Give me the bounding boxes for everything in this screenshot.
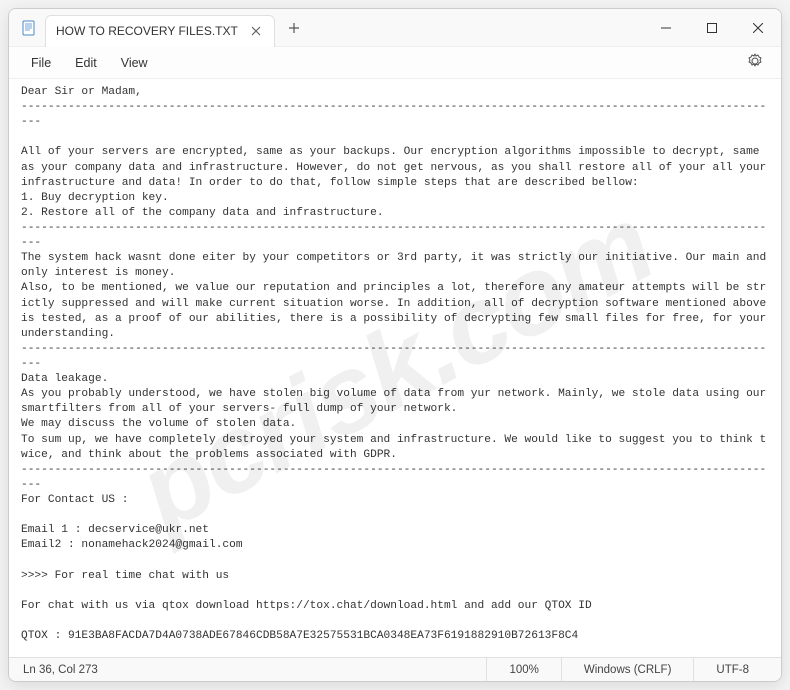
- maximize-button[interactable]: [689, 9, 735, 46]
- settings-button[interactable]: [739, 49, 771, 76]
- notepad-window: HOW TO RECOVERY FILES.TXT File Edit View: [8, 8, 782, 682]
- status-encoding[interactable]: UTF-8: [693, 658, 771, 681]
- status-zoom[interactable]: 100%: [486, 658, 560, 681]
- gear-icon: [747, 53, 763, 69]
- text-editor[interactable]: Dear Sir or Madam, ---------------------…: [9, 79, 781, 657]
- minimize-button[interactable]: [643, 9, 689, 46]
- notepad-app-icon: [21, 20, 37, 36]
- new-tab-button[interactable]: [279, 13, 309, 43]
- status-line-ending[interactable]: Windows (CRLF): [561, 658, 694, 681]
- status-position: Ln 36, Col 273: [19, 664, 486, 676]
- close-tab-icon[interactable]: [248, 23, 264, 39]
- menu-edit[interactable]: Edit: [63, 52, 109, 74]
- statusbar: Ln 36, Col 273 100% Windows (CRLF) UTF-8: [9, 657, 781, 681]
- menubar: File Edit View: [9, 47, 781, 79]
- document-tab[interactable]: HOW TO RECOVERY FILES.TXT: [45, 15, 275, 47]
- menu-view[interactable]: View: [109, 52, 160, 74]
- tab-title: HOW TO RECOVERY FILES.TXT: [56, 24, 238, 38]
- titlebar: HOW TO RECOVERY FILES.TXT: [9, 9, 781, 47]
- window-controls: [643, 9, 781, 46]
- content-area: pcrisk.com Dear Sir or Madam, ----------…: [9, 79, 781, 657]
- close-button[interactable]: [735, 9, 781, 46]
- menu-file[interactable]: File: [19, 52, 63, 74]
